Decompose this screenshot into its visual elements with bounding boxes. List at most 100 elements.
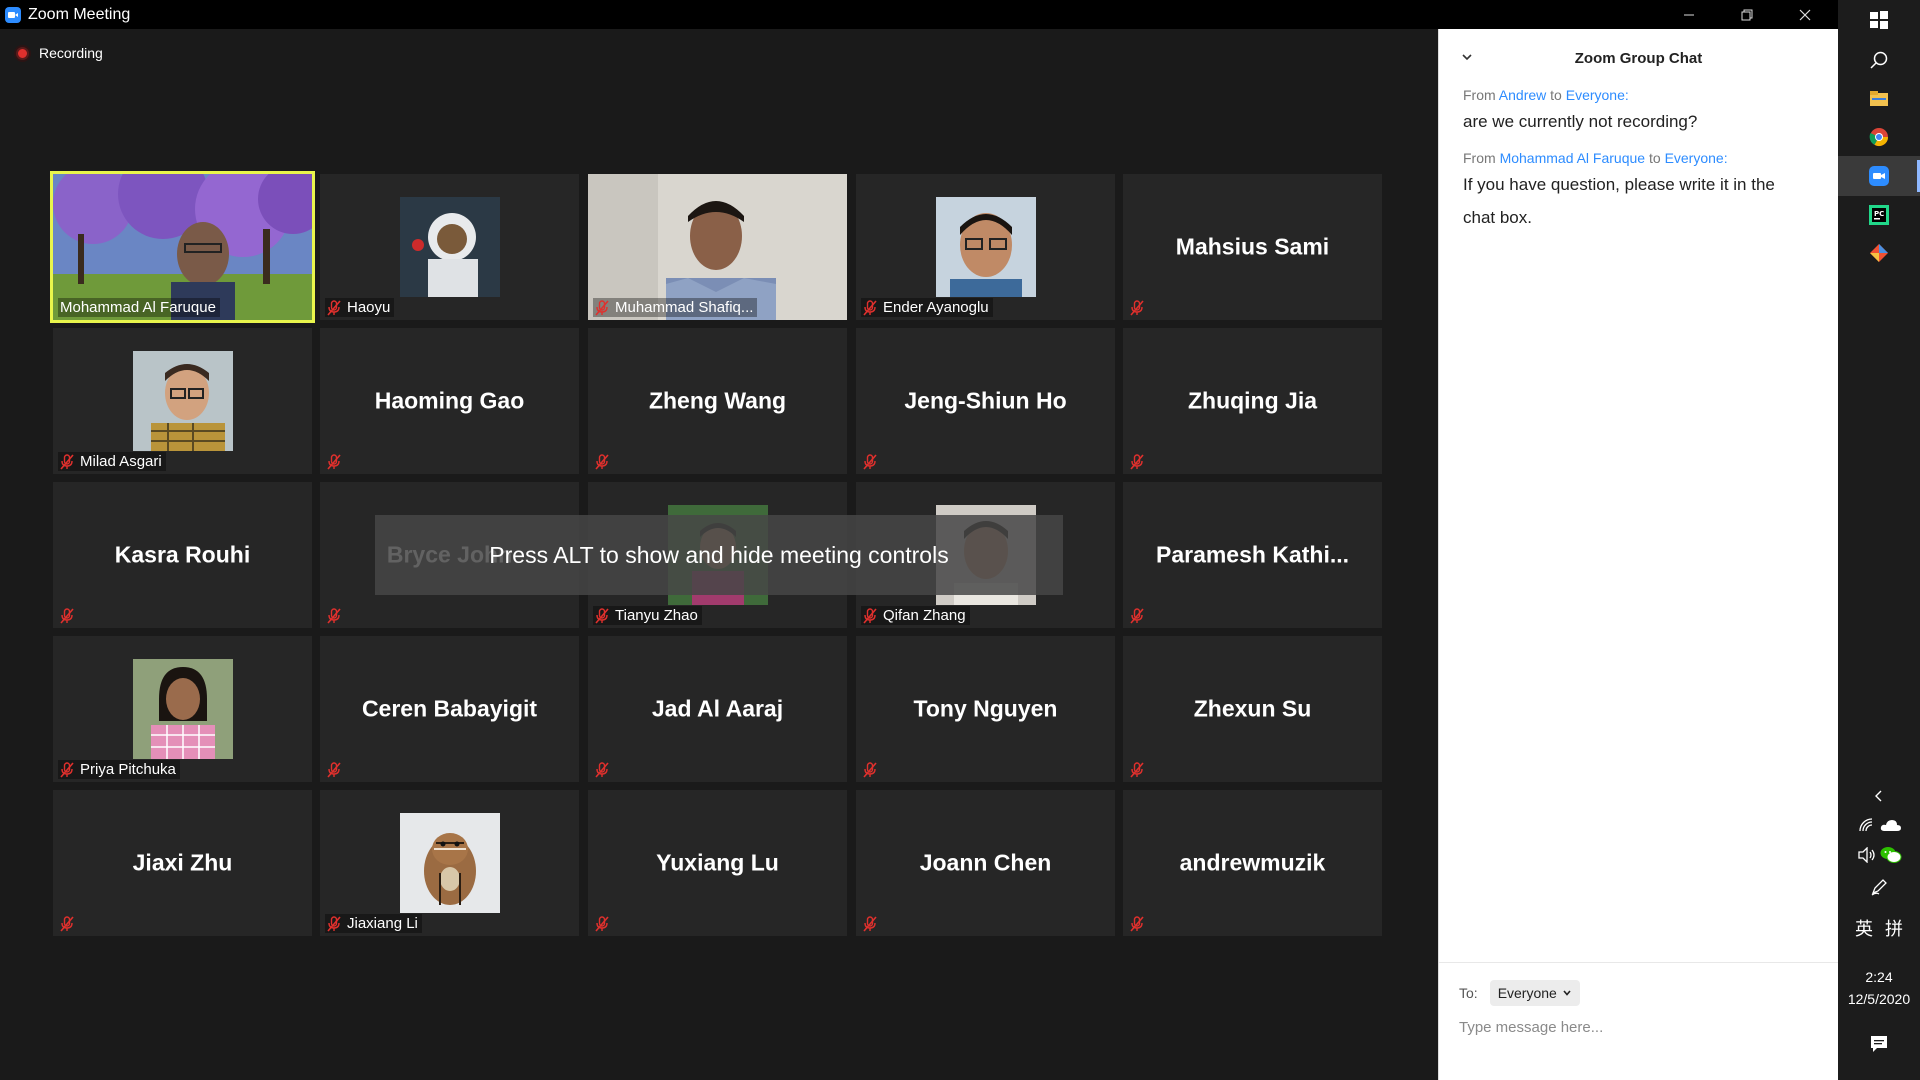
restore-button[interactable] xyxy=(1718,0,1776,29)
participant-name: Muhammad Shafiq... xyxy=(615,299,754,316)
muted-mic-icon xyxy=(595,454,609,470)
muted-mic-icon xyxy=(327,454,341,470)
participant-display-name: Zheng Wang xyxy=(648,387,787,414)
participant-label: Qifan Zhang xyxy=(861,606,970,625)
participant-tile[interactable]: Paramesh Kathi... xyxy=(1123,482,1382,628)
windows-taskbar: PC 英 拼 2:24 12/5/2020 xyxy=(1838,0,1920,1080)
chat-header: Zoom Group Chat xyxy=(1439,29,1838,87)
participant-display-name: Jeng-Shiun Ho xyxy=(904,387,1067,414)
participant-tile[interactable]: Kasra Rouhi xyxy=(53,482,312,628)
ime-mode-indicator[interactable]: 拼 xyxy=(1853,912,1920,944)
file-explorer-icon[interactable] xyxy=(1838,80,1920,118)
message-sender[interactable]: Mohammad Al Faruque xyxy=(1500,150,1646,166)
recording-label: Recording xyxy=(39,45,103,61)
taskbar-date[interactable]: 12/5/2020 xyxy=(1838,989,1920,1009)
chat-composer: To: Everyone xyxy=(1439,962,1838,1080)
participant-label xyxy=(325,607,351,625)
search-icon[interactable] xyxy=(1838,40,1920,80)
chat-message-input[interactable] xyxy=(1459,1019,1819,1036)
participant-tile[interactable]: Mahsius Sami xyxy=(1123,174,1382,320)
participant-label xyxy=(1128,915,1154,933)
git-icon[interactable] xyxy=(1838,234,1920,272)
participant-label xyxy=(861,761,887,779)
participant-tile[interactable]: Ceren Babayigit xyxy=(320,636,579,782)
to-word: to xyxy=(1550,87,1562,103)
chevron-down-icon[interactable] xyxy=(1461,51,1473,63)
muted-mic-icon xyxy=(1130,916,1144,932)
participant-tile[interactable]: Jeng-Shiun Ho xyxy=(856,328,1115,474)
participant-display-name: Jiaxi Zhu xyxy=(132,849,233,876)
onedrive-icon[interactable] xyxy=(1850,812,1920,838)
muted-mic-icon xyxy=(327,299,341,316)
action-center-icon[interactable] xyxy=(1838,1028,1920,1060)
muted-mic-icon xyxy=(327,608,341,624)
participant-display-name: Zhuqing Jia xyxy=(1187,387,1318,414)
chat-message-text: are we currently not recording? xyxy=(1463,112,1698,131)
muted-mic-icon xyxy=(595,299,609,316)
recipient-row: To: Everyone xyxy=(1459,980,1580,1006)
participant-label xyxy=(861,915,887,933)
muted-mic-icon xyxy=(595,607,609,624)
participant-label xyxy=(325,761,351,779)
participant-tile[interactable]: Milad Asgari xyxy=(53,328,312,474)
wechat-icon[interactable] xyxy=(1850,842,1920,868)
participant-label xyxy=(58,607,84,625)
participant-tile[interactable]: Jad Al Aaraj xyxy=(588,636,847,782)
participant-label xyxy=(1128,453,1154,471)
recipient-dropdown[interactable]: Everyone xyxy=(1489,980,1580,1006)
chat-message: From Mohammad Al Faruque to Everyone: If… xyxy=(1439,150,1838,234)
chat-message: From Andrew to Everyone: are we currentl… xyxy=(1439,87,1838,138)
participant-name: Haoyu xyxy=(347,299,391,316)
participant-display-name: Joann Chen xyxy=(919,849,1052,876)
taskbar-time[interactable]: 2:24 xyxy=(1838,967,1920,987)
participant-name: Priya Pitchuka xyxy=(80,761,176,778)
muted-mic-icon xyxy=(863,916,877,932)
muted-mic-icon xyxy=(595,762,609,778)
muted-mic-icon xyxy=(327,915,341,932)
chevron-left-icon[interactable] xyxy=(1838,782,1920,810)
pen-icon[interactable] xyxy=(1838,872,1920,902)
participant-label xyxy=(861,453,887,471)
muted-mic-icon xyxy=(863,299,877,316)
muted-mic-icon xyxy=(60,916,74,932)
participant-tile[interactable]: Tony Nguyen xyxy=(856,636,1115,782)
chrome-icon[interactable] xyxy=(1838,118,1920,156)
participant-tile[interactable]: andrewmuzik xyxy=(1123,790,1382,936)
participant-tile[interactable]: Zhuqing Jia xyxy=(1123,328,1382,474)
participant-tile[interactable]: Zheng Wang xyxy=(588,328,847,474)
participant-tile[interactable]: Haoyu xyxy=(320,174,579,320)
participant-label xyxy=(1128,299,1154,317)
participant-tile[interactable]: Priya Pitchuka xyxy=(53,636,312,782)
muted-mic-icon xyxy=(327,762,341,778)
pycharm-icon[interactable]: PC xyxy=(1838,196,1920,234)
muted-mic-icon xyxy=(1130,454,1144,470)
participant-name: Tianyu Zhao xyxy=(615,607,698,624)
participant-tile[interactable]: Yuxiang Lu xyxy=(588,790,847,936)
participant-tile[interactable]: Zhexun Su xyxy=(1123,636,1382,782)
message-recipient: Everyone: xyxy=(1565,87,1629,103)
participant-tile[interactable]: Mohammad Al Faruque xyxy=(50,171,315,323)
minimize-button[interactable] xyxy=(1660,0,1718,29)
participant-avatar xyxy=(132,351,233,451)
chat-message-meta: From Andrew to Everyone: xyxy=(1463,87,1816,103)
windows-start-icon[interactable] xyxy=(1838,0,1920,40)
participant-avatar xyxy=(399,197,500,297)
zoom-icon[interactable] xyxy=(1838,156,1920,196)
participant-display-name: Ceren Babayigit xyxy=(361,695,538,722)
participant-avatar xyxy=(935,197,1036,297)
muted-mic-icon xyxy=(863,454,877,470)
participant-tile[interactable]: Haoming Gao xyxy=(320,328,579,474)
participant-tile[interactable]: Jiaxiang Li xyxy=(320,790,579,936)
participant-tile[interactable]: Ender Ayanoglu xyxy=(856,174,1115,320)
recording-indicator[interactable]: Recording xyxy=(16,45,103,61)
participant-label xyxy=(593,915,619,933)
close-button[interactable] xyxy=(1776,0,1834,29)
participant-tile[interactable]: Joann Chen xyxy=(856,790,1115,936)
participant-tile[interactable]: Jiaxi Zhu xyxy=(53,790,312,936)
participant-display-name: Paramesh Kathi... xyxy=(1155,541,1350,568)
participant-display-name: andrewmuzik xyxy=(1179,849,1326,876)
zoom-app-icon xyxy=(5,6,21,23)
message-sender[interactable]: Andrew xyxy=(1499,87,1546,103)
participant-tile[interactable]: Muhammad Shafiq... xyxy=(588,174,847,320)
muted-mic-icon xyxy=(1130,762,1144,778)
